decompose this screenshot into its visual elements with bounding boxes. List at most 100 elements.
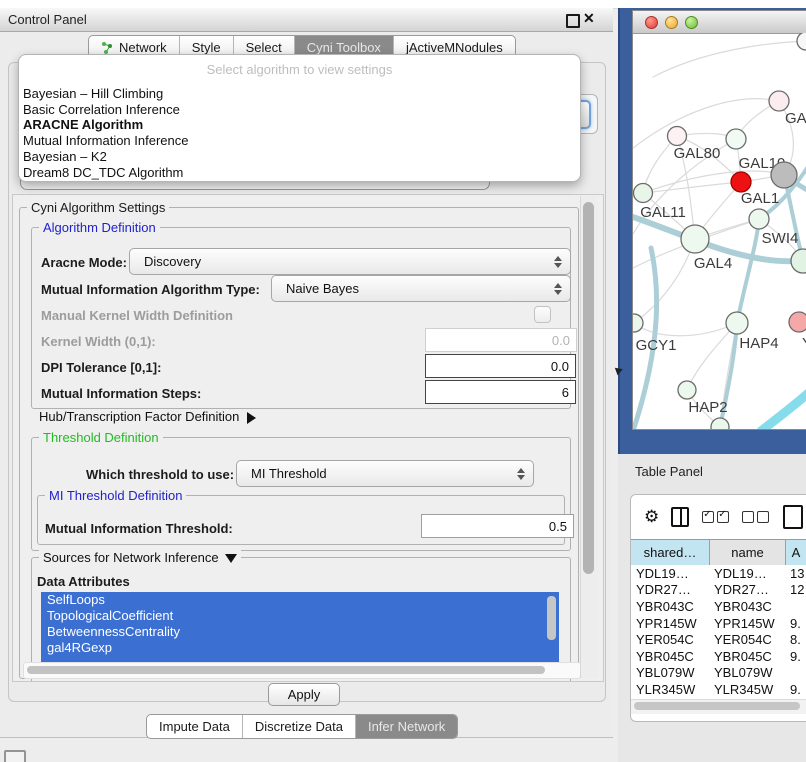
mi-threshold-label: Mutual Information Threshold: [45,521,233,536]
table-cell: YER054C [631,632,710,647]
table-hscroll[interactable] [634,702,800,710]
settings-scrollbar[interactable] [583,202,594,574]
network-node[interactable] [681,225,709,253]
table-cell: YDL19… [631,566,710,581]
data-attributes-list[interactable]: SelfLoopsTopologicalCoefficientBetweenne… [41,592,559,665]
table-cell: 13 [786,566,806,581]
table-panel-title: Table Panel [635,464,703,479]
columns-icon[interactable] [671,507,689,527]
table-cell: YBL079W [710,665,786,680]
mi-threshold-field[interactable]: 0.5 [421,514,574,538]
network-node[interactable] [711,418,729,429]
table-row[interactable]: YDL19…YDL19…13 [631,565,806,582]
network-node-label: GAL1 [741,190,779,207]
gear-icon[interactable]: ⚙ [644,507,659,527]
attribute-item[interactable]: gal4RGexp [41,640,559,656]
table-cell: YDR27… [710,582,786,597]
table-row[interactable]: YLR345WYLR345W9. [631,681,806,698]
table-row[interactable]: YDR27…YDR27…12 [631,582,806,599]
network-node[interactable] [668,127,687,146]
network-node[interactable] [731,172,751,192]
algorithm-option[interactable]: Mutual Information Inference [19,133,580,149]
network-node[interactable] [769,91,789,111]
tab-label: Select [246,40,282,55]
table-cell: 12 [786,582,806,597]
table-row[interactable]: YBR043CYBR043C [631,598,806,615]
column-header-name[interactable]: name [710,540,786,565]
network-edge [634,323,737,336]
float-window-icon[interactable] [566,14,580,28]
tab-discretize-data[interactable]: Discretize Data [243,715,356,738]
network-node-label: GAL80 [674,145,721,162]
dropdown-placeholder: Select algorithm to view settings [19,55,580,86]
tab-label: Discretize Data [255,719,343,734]
mi-steps-field[interactable]: 6 [425,380,576,404]
combo-value: MI Threshold [237,466,513,481]
network-node[interactable] [726,312,748,334]
close-icon[interactable]: ✕ [583,10,595,27]
table-cell: YLR345W [631,682,710,697]
network-node[interactable] [771,162,797,188]
aracne-mode-combo[interactable]: Discovery [129,248,571,275]
attribute-item[interactable]: TopologicalCoefficient [41,608,559,624]
group-title: Algorithm Definition [39,220,160,235]
apply-button[interactable]: Apply [268,683,340,706]
network-node-label: SWI4 [762,230,799,247]
network-node[interactable] [749,209,769,229]
group-title: Threshold Definition [39,430,163,445]
hub-definition-toggle[interactable]: Hub/Transcription Factor Definition [39,409,256,424]
horizontal-scrollbar[interactable] [27,666,545,674]
table-cell: YPR145W [631,616,710,631]
algorithm-option[interactable]: Bayesian – K2 [19,149,580,165]
network-node[interactable] [726,129,746,149]
deselect-all-icon[interactable] [742,511,769,523]
tab-infer-network[interactable]: Infer Network [356,715,457,738]
zoom-traffic-light-icon[interactable] [685,16,698,29]
network-node[interactable] [678,381,696,399]
column-header-shared-name[interactable]: shared… [631,540,710,565]
close-traffic-light-icon[interactable] [645,16,658,29]
column-header-partial[interactable]: A [786,540,806,565]
algorithm-option[interactable]: Bayesian – Hill Climbing [19,86,580,102]
algorithm-option[interactable]: ARACNE Algorithm [19,117,580,133]
table-cell: 8. [786,632,806,647]
select-all-icon[interactable] [702,511,729,523]
control-panel-window: Control Panel ✕ Network Style Select Cyn… [0,8,613,738]
mi-algorithm-type-combo[interactable]: Naive Bayes [271,275,571,302]
table-row[interactable]: YBR045CYBR045C9. [631,648,806,665]
tab-label: Impute Data [159,719,230,734]
partial-corner-icon [4,750,26,762]
dpi-tolerance-label: DPI Tolerance [0,1]: [41,360,161,375]
attribute-item[interactable]: SelfLoops [41,592,559,608]
network-node[interactable] [791,249,806,273]
kernel-width-label: Kernel Width (0,1): [41,334,156,349]
table-cell: YDL19… [710,566,786,581]
combo-value: Discovery [130,254,550,269]
tab-label: Style [192,40,221,55]
network-node[interactable] [789,312,806,332]
which-threshold-combo[interactable]: MI Threshold [236,460,534,487]
network-node[interactable] [634,184,653,203]
attribute-item[interactable]: BetweennessCentrality [41,624,559,640]
control-panel-titlebar: Control Panel ✕ [0,8,613,32]
network-node[interactable] [797,33,806,50]
table-row[interactable]: YER054CYER054C8. [631,631,806,648]
manual-kernel-checkbox[interactable] [534,306,551,323]
table-row[interactable]: YBL079WYBL079W [631,665,806,682]
algorithm-option[interactable]: Dream8 DC_TDC Algorithm [19,165,580,181]
table-cell: YBR043C [710,599,786,614]
table-row[interactable]: YPR145WYPR145W9. [631,615,806,632]
export-table-icon[interactable] [783,505,803,529]
algorithm-option[interactable]: Basic Correlation Inference [19,102,580,118]
sources-toggle[interactable]: Sources for Network Inference [39,550,241,565]
table-panel: Table Panel ⚙ shared… name A YDL19…YDL19… [618,454,806,762]
minimize-traffic-light-icon[interactable] [665,16,678,29]
dpi-tolerance-field[interactable]: 0.0 [425,354,576,378]
network-edge [737,219,759,323]
attribute-list-scrollbar[interactable] [547,596,556,640]
network-node-label: GCY1 [636,337,677,354]
network-svg[interactable]: GALGAL80GAL10GAL1GAL11SWI4GAL4GCY1HAP4YH… [633,33,806,429]
kernel-width-field[interactable]: 0.0 [425,328,577,352]
tab-impute-data[interactable]: Impute Data [147,715,243,738]
table-panel-body: ⚙ shared… name A YDL19…YDL19…13YDR27…YDR… [630,494,806,722]
